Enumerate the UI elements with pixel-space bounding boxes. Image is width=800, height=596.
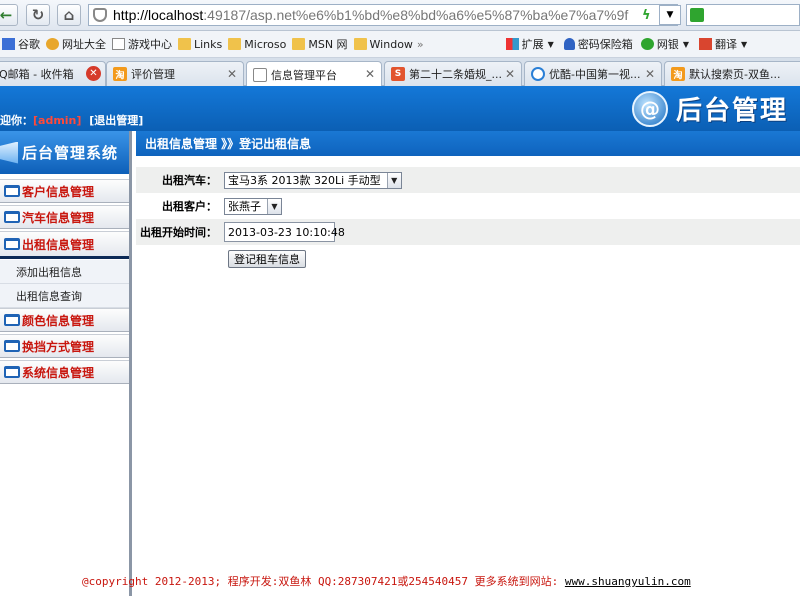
logo: @ 后台管理 <box>632 90 788 127</box>
address-bar[interactable]: http://localhost:49187/asp.net%e6%b1%bd%… <box>88 4 678 26</box>
submit-rental-button[interactable]: 登记租车信息 <box>228 250 306 268</box>
folder-icon <box>353 38 367 50</box>
monitor-icon <box>4 314 20 326</box>
monitor-icon <box>4 211 20 223</box>
logo-text: 后台管理 <box>676 96 789 126</box>
chevron-down-icon: ▼ <box>386 172 401 188</box>
youku-icon <box>531 67 545 81</box>
customer-select[interactable]: 张燕子 ▼ <box>224 197 282 215</box>
lightning-icon[interactable]: ϟ <box>642 8 651 23</box>
soku-icon: S <box>391 67 405 81</box>
taobao-icon: 淘 <box>671 67 685 81</box>
monitor-icon <box>4 185 20 197</box>
breadcrumb: 出租信息管理 》》登记出租信息 <box>145 137 312 151</box>
bookmark-links[interactable]: Links <box>178 38 222 51</box>
search-input[interactable] <box>686 4 800 26</box>
sidebar-item-rental[interactable]: 出租信息管理 <box>0 231 129 259</box>
back-button[interactable]: ← <box>0 4 18 26</box>
tab-search[interactable]: 淘 默认搜索页-双鱼... <box>664 61 800 86</box>
url-dropdown-chevron-icon[interactable]: ▼ <box>659 5 681 25</box>
site-header: 迎你：[admin] [退出管理] @ 后台管理 <box>0 86 800 131</box>
refresh-icon: ↻ <box>31 6 45 24</box>
tab-youku[interactable]: 优酷-中国第一视... ✕ <box>524 61 662 86</box>
search-engine-icon <box>690 8 704 22</box>
url-path: :49187/asp.net%e6%b1%bd%e8%bd%a6%e5%87%b… <box>203 7 629 23</box>
close-icon[interactable]: ✕ <box>86 66 101 81</box>
url-host: http://localhost <box>113 7 204 23</box>
bookmark-microsoft[interactable]: Microso <box>228 38 286 51</box>
welcome-text: 迎你：[admin] [退出管理] <box>0 114 144 127</box>
tab-info-platform[interactable]: 信息管理平台 ✕ <box>246 61 382 87</box>
refresh-button[interactable]: ↻ <box>26 4 50 26</box>
footer: @copyright 2012-2013; 程序开发:双鱼林 QQ:287307… <box>82 573 691 589</box>
folder-icon <box>292 38 306 50</box>
chevron-down-icon: ▼ <box>267 198 281 214</box>
car-label: 出租汽车： <box>162 174 217 187</box>
taobao-icon: 淘 <box>113 67 127 81</box>
copyright-text: @copyright 2012-2013; 程序开发:双鱼林 QQ:287307… <box>82 575 565 588</box>
shield-icon <box>93 8 107 22</box>
customer-label: 出租客户： <box>162 200 217 213</box>
folder-icon <box>228 38 242 50</box>
monitor-icon <box>4 340 20 352</box>
website-link[interactable]: www.shuangyulin.com <box>565 575 691 588</box>
translate-button[interactable]: 翻译 ▼ <box>698 36 747 52</box>
close-icon[interactable]: ✕ <box>365 67 375 81</box>
monitor-icon <box>4 238 20 250</box>
bookmark-hao123[interactable]: 网址大全 <box>46 36 106 52</box>
bank-icon <box>640 38 654 50</box>
sidebar-item-color[interactable]: 颜色信息管理 <box>0 308 129 332</box>
tab-qq-mail[interactable]: Q邮箱 - 收件箱 ✕ <box>0 61 106 86</box>
tab-review[interactable]: 淘 评价管理 ✕ <box>106 61 244 86</box>
home-button[interactable]: ⌂ <box>57 4 81 26</box>
breadcrumb-bar: 出租信息管理 》》登记出租信息 <box>136 131 800 156</box>
sidebar-item-system[interactable]: 系统信息管理 <box>0 360 129 384</box>
close-icon[interactable]: ✕ <box>645 67 655 81</box>
more-bookmarks-chevron-icon[interactable]: » <box>417 38 424 51</box>
site-nav-icon <box>46 38 59 50</box>
bank-button[interactable]: 网银 ▼ <box>640 36 689 52</box>
tab-soku[interactable]: S 第二十二条婚规_... ✕ <box>384 61 522 86</box>
form-row-start-time: 出租开始时间： 2013-03-23 10:10:48 <box>136 219 800 245</box>
sidebar-subitem-add-rental[interactable]: 添加出租信息 <box>0 260 129 284</box>
extensions-button[interactable]: 扩展 ▼ <box>505 36 554 52</box>
bookmark-google[interactable]: 谷歌 <box>2 36 40 52</box>
extensions-icon <box>505 38 519 50</box>
page-icon <box>253 67 267 82</box>
start-time-input[interactable]: 2013-03-23 10:10:48 <box>224 222 345 242</box>
bookmark-windows[interactable]: Window <box>353 38 413 51</box>
browser-toolbar: ← ↻ ⌂ http://localhost:49187/asp.net%e6%… <box>0 0 800 31</box>
page: ← ↻ ⌂ http://localhost:49187/asp.net%e6%… <box>0 0 800 596</box>
sidebar-item-gearbox[interactable]: 换挡方式管理 <box>0 334 129 358</box>
bookmark-msn[interactable]: MSN 网 <box>292 36 348 52</box>
sidebar-subitem-query-rental[interactable]: 出租信息查询 <box>0 284 129 308</box>
bookmarks-bar: 谷歌 网址大全 游戏中心 Links Microso MSN 网 Window … <box>0 31 800 58</box>
sidebar-title: 后台管理系统 <box>0 131 129 174</box>
admin-username: [admin] <box>33 114 82 127</box>
back-arrow-icon: ← <box>0 6 13 24</box>
close-icon[interactable]: ✕ <box>505 67 515 81</box>
start-time-label: 出租开始时间： <box>140 226 217 239</box>
bookmark-games[interactable]: 游戏中心 <box>112 36 172 52</box>
at-logo-icon: @ <box>632 90 668 127</box>
home-icon: ⌂ <box>63 6 75 24</box>
tab-strip: Q邮箱 - 收件箱 ✕ 淘 评价管理 ✕ 信息管理平台 ✕ S 第二十二条婚规_… <box>0 58 800 87</box>
sidebar: 后台管理系统 客户信息管理 汽车信息管理 出租信息管理 添加出租信息 出租信息查… <box>0 131 132 596</box>
system-logo-icon <box>0 141 18 164</box>
page-icon <box>112 38 125 50</box>
translate-icon <box>698 38 712 50</box>
google-icon <box>2 38 15 50</box>
logout-link[interactable]: [退出管理] <box>89 114 143 127</box>
close-icon[interactable]: ✕ <box>227 67 237 81</box>
monitor-icon <box>4 366 20 378</box>
car-select[interactable]: 宝马3系 2013款 320Li 手动型 ▼ <box>224 171 402 189</box>
password-vault-button[interactable]: 密码保险箱 <box>563 36 633 52</box>
folder-icon <box>178 38 191 50</box>
form-row-car: 出租汽车： 宝马3系 2013款 320Li 手动型 ▼ <box>136 167 800 193</box>
form-row-customer: 出租客户： 张燕子 ▼ <box>136 193 800 219</box>
sidebar-item-car[interactable]: 汽车信息管理 <box>0 205 129 229</box>
sidebar-item-customer[interactable]: 客户信息管理 <box>0 179 129 203</box>
key-icon <box>563 38 575 50</box>
